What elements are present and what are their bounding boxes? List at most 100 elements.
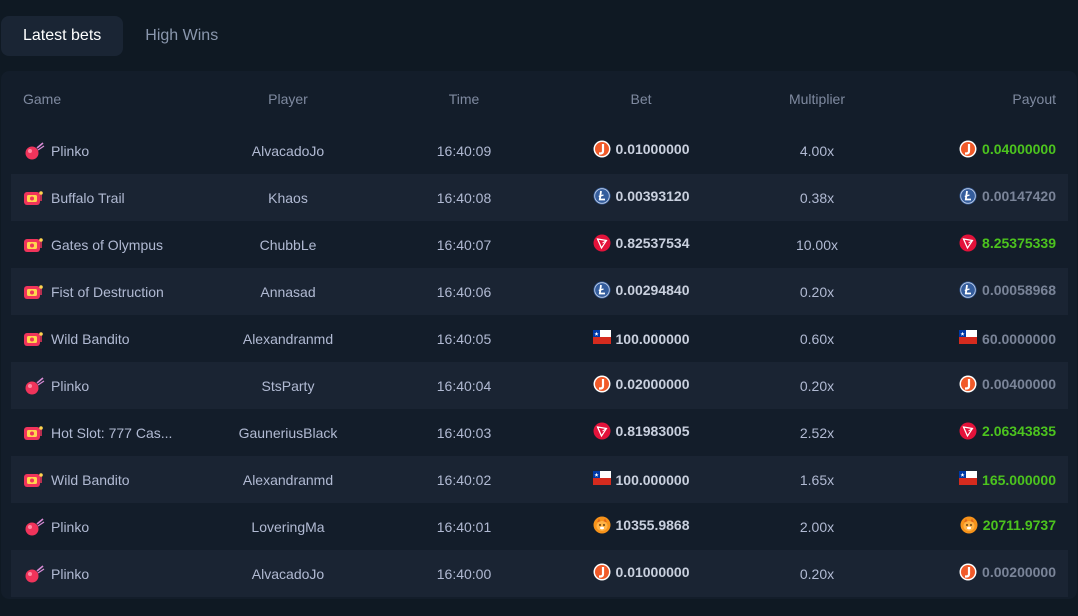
payout-amount: 0.00058968 [982, 282, 1056, 298]
bet-amount: 0.01000000 [615, 141, 690, 157]
game-cell[interactable]: Hot Slot: 777 Cas... [11, 409, 205, 456]
tab-latest-bets[interactable]: Latest bets [1, 16, 124, 56]
bet-time: 16:40:08 [371, 174, 557, 221]
payout-cell: 60.0000000 [909, 315, 1068, 362]
player-name[interactable]: LoveringMa [205, 503, 371, 550]
game-name[interactable]: Buffalo Trail [51, 190, 125, 206]
litecoin-icon [959, 281, 977, 299]
shiba-coin-icon [960, 516, 978, 534]
multiplier: 0.60x [799, 330, 835, 347]
multiplier: 0.38x [725, 174, 909, 221]
litecoin-icon [593, 187, 611, 205]
bet-amount: 0.81983005 [615, 423, 690, 439]
bet-amount-cell: 0.82537534 [557, 221, 725, 268]
payout-amount: 2.06343835 [982, 423, 1056, 439]
payout-cell: 2.06343835 [909, 409, 1068, 456]
table-row: Plinko StsParty 16:40:04 0.02000000 0.20x 0.0… [11, 362, 1068, 409]
game-cell[interactable]: Plinko [11, 503, 205, 550]
bet-amount: 10355.9868 [615, 517, 690, 533]
jb-coin-icon [593, 140, 611, 158]
bet-amount-cell: 0.01000000 [557, 550, 725, 597]
player-name[interactable]: Alexandranmd [205, 315, 371, 362]
bet-amount-cell: 0.00294840 [557, 268, 725, 315]
table-row: Gates of Olympus ChubbLe 16:40:07 0.8253753… [11, 221, 1068, 268]
slot-icon [23, 236, 45, 254]
bets-table-panel: Game Player Time Bet Multiplier Payout P… [1, 71, 1077, 599]
multiplier: 4.00x [799, 142, 835, 159]
bets-tabs: Latest bets High Wins [1, 16, 240, 56]
bet-amount-cell: 0.01000000 [557, 127, 725, 174]
column-header-player: Player [268, 91, 308, 107]
plinko-icon [23, 564, 45, 583]
column-header-payout: Payout [1012, 91, 1056, 107]
game-cell[interactable]: Wild Bandito [11, 456, 205, 503]
player-name[interactable]: AlvacadoJo [205, 127, 371, 174]
game-name[interactable]: Gates of Olympus [51, 237, 163, 253]
table-row: Hot Slot: 777 Cas... GauneriusBlack 16:40:… [11, 409, 1068, 456]
game-cell[interactable]: Buffalo Trail [11, 174, 205, 221]
bet-amount-cell: 0.81983005 [557, 409, 725, 456]
game-name[interactable]: Plinko [51, 566, 89, 582]
table-row: Wild Bandito Alexandranmd 16:40:05 100.0000… [11, 315, 1068, 362]
payout-amount: 0.00400000 [982, 376, 1056, 392]
game-name[interactable]: Fist of Destruction [51, 284, 164, 300]
game-cell[interactable]: Plinko [11, 550, 205, 597]
game-name[interactable]: Wild Bandito [51, 331, 130, 347]
player-name[interactable]: Alexandranmd [205, 456, 371, 503]
plinko-icon [23, 517, 45, 536]
table-row: Plinko AlvacadoJo 16:40:00 0.01000000 0.20x 0… [11, 550, 1068, 597]
bet-amount: 100.000000 [615, 330, 690, 347]
player-name[interactable]: AlvacadoJo [205, 550, 371, 597]
payout-amount: 0.04000000 [982, 141, 1056, 157]
payout-amount: 60.0000000 [982, 330, 1056, 347]
payout-cell: 20711.9737 [909, 503, 1068, 550]
multiplier: 10.00x [795, 236, 839, 253]
litecoin-icon [593, 281, 611, 299]
bet-time: 16:40:00 [371, 550, 557, 597]
bet-amount-cell: 100.000000 [557, 315, 725, 362]
bet-time: 16:40:09 [436, 142, 492, 159]
player-name[interactable]: StsParty [205, 362, 371, 409]
game-name[interactable]: Plinko [51, 378, 89, 394]
multiplier: 0.20x [725, 550, 909, 597]
slot-icon [23, 189, 45, 207]
bet-amount: 0.82537534 [615, 235, 690, 251]
slot-icon [23, 471, 45, 489]
game-name[interactable]: Plinko [51, 519, 89, 535]
table-row: Fist of Destruction Annasad 16:40:06 0.0029… [11, 268, 1068, 315]
table-row: Wild Bandito Alexandranmd 16:40:02 100.0000… [11, 456, 1068, 503]
game-cell[interactable]: Fist of Destruction [11, 268, 205, 315]
game-name[interactable]: Hot Slot: 777 Cas... [51, 425, 172, 441]
plinko-icon [23, 141, 45, 160]
player-name[interactable]: ChubbLe [205, 221, 371, 268]
game-cell[interactable]: Plinko [11, 127, 205, 174]
bet-amount: 0.01000000 [615, 564, 690, 580]
chile-flag-icon [959, 329, 978, 348]
chile-flag-icon [959, 470, 978, 489]
tab-high-wins[interactable]: High Wins [123, 16, 240, 56]
chile-flag-icon [592, 329, 611, 348]
plinko-icon [23, 376, 45, 395]
bet-amount: 0.00294840 [615, 282, 690, 298]
payout-cell: 0.04000000 [909, 127, 1068, 174]
game-cell[interactable]: Plinko [11, 362, 205, 409]
jb-coin-icon [959, 140, 977, 158]
player-name[interactable]: GauneriusBlack [205, 409, 371, 456]
jb-coin-icon [959, 563, 977, 581]
bet-amount: 0.02000000 [615, 376, 690, 392]
player-name[interactable]: Annasad [205, 268, 371, 315]
bet-amount-cell: 100.000000 [557, 456, 725, 503]
bets-table-body: Plinko AlvacadoJo 16:40:09 0.01000000 4.00x 0… [11, 127, 1068, 597]
jb-coin-icon [593, 375, 611, 393]
player-name[interactable]: Khaos [205, 174, 371, 221]
bet-time: 16:40:04 [371, 362, 557, 409]
game-name[interactable]: Plinko [51, 143, 89, 159]
game-cell[interactable]: Gates of Olympus [11, 221, 205, 268]
game-name[interactable]: Wild Bandito [51, 472, 130, 488]
game-cell[interactable]: Wild Bandito [11, 315, 205, 362]
bet-time: 16:40:07 [436, 236, 492, 253]
bet-amount: 0.00393120 [615, 188, 690, 204]
tron-icon [593, 422, 611, 440]
bet-time: 16:40:03 [436, 424, 492, 441]
multiplier: 2.52x [799, 424, 835, 441]
